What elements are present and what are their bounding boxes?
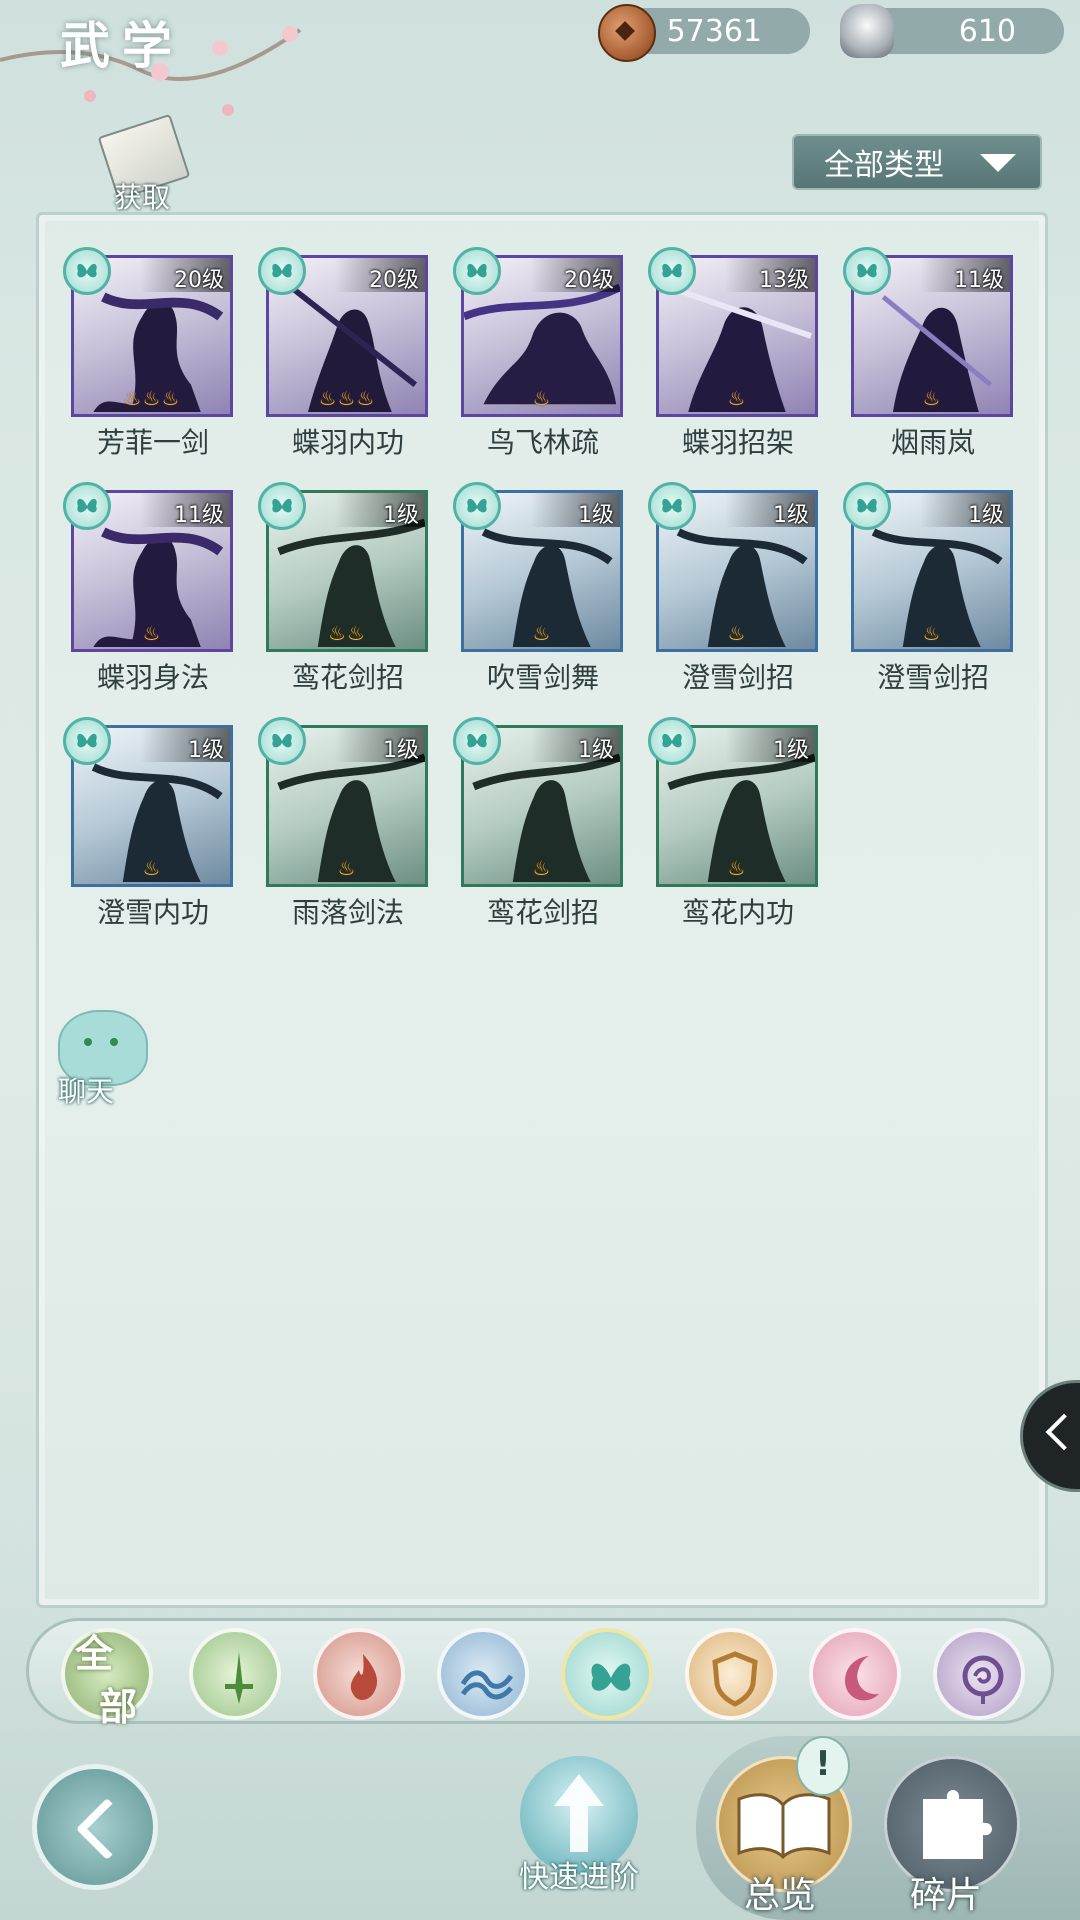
butterfly-school-icon (63, 717, 111, 765)
skill-level: 20级 (564, 268, 614, 293)
flame-icon (350, 1654, 378, 1700)
category-shield[interactable] (685, 1628, 777, 1720)
butterfly-school-icon (843, 247, 891, 295)
butterfly-school-icon (63, 482, 111, 530)
category-all[interactable]: 全 部 (61, 1628, 153, 1729)
butterfly-school-icon (648, 717, 696, 765)
skill-level: 1级 (578, 738, 614, 763)
skill-level: 1级 (383, 503, 419, 528)
category-all-label-1: 全 (75, 1631, 114, 1676)
silver-currency[interactable]: 610 (840, 4, 1064, 58)
skill-level: 11级 (954, 268, 1004, 293)
skill-name: 蝶羽身法 (96, 661, 209, 694)
skill-stars: ♨ (727, 386, 747, 410)
skill-stars: ♨♨♨ (318, 386, 376, 410)
silver-ingot-icon (840, 4, 894, 58)
skill-level: 20级 (174, 268, 224, 293)
butterfly-school-icon (258, 247, 306, 295)
quick-advance-button[interactable]: 快速进阶 (519, 1756, 639, 1895)
skill-name: 蝶羽内功 (291, 426, 404, 459)
category-sword[interactable] (189, 1628, 281, 1720)
butterfly-school-icon (648, 482, 696, 530)
skill-stars: ♨ (337, 856, 357, 880)
butterfly-school-icon (63, 247, 111, 295)
skill-level: 1级 (188, 738, 224, 763)
get-button[interactable]: 获取 (97, 113, 191, 214)
skill-stars: ♨ (532, 621, 552, 645)
alert-badge: ! (796, 1736, 850, 1796)
skill-name: 澄雪剑招 (876, 661, 989, 694)
rose-icon (962, 1655, 1004, 1704)
quick-advance-label: 快速进阶 (519, 1860, 639, 1895)
top-bar: 武学 57361 610 (0, 0, 1080, 116)
type-filter-dropdown[interactable]: 全部类型 (792, 134, 1042, 190)
get-button-label: 获取 (114, 181, 171, 214)
back-arrow-icon (75, 1797, 139, 1861)
skill-level: 20级 (369, 268, 419, 293)
skill-stars: ♨ (532, 856, 552, 880)
chat-button[interactable]: 聊天 (40, 1010, 150, 1110)
skill-stars: ♨ (142, 621, 162, 645)
skill-level: 1级 (968, 503, 1004, 528)
butterfly-school-icon (258, 482, 306, 530)
skill-name: 吹雪剑舞 (486, 661, 599, 694)
sword-icon (225, 1652, 253, 1704)
skill-stars: ♨♨♨ (123, 386, 181, 410)
skills-panel: 20级 ♨♨♨ 芳菲一剑 20级 ♨♨♨ 蝶羽内功 20级 ♨ 鸟飞林疏 13级 ♨ 蝶羽招架 11级 ♨… (36, 212, 1048, 1608)
copper-coin-icon (598, 4, 656, 62)
skill-level: 1级 (578, 503, 614, 528)
skill-name: 鸾花内功 (681, 896, 794, 929)
butterfly-school-icon (453, 717, 501, 765)
skill-level: 11级 (174, 503, 224, 528)
skill-stars: ♨ (532, 386, 552, 410)
butterfly-school-icon (258, 717, 306, 765)
skill-name: 雨落剑法 (291, 896, 404, 929)
page-title: 武学 (60, 16, 184, 75)
category-moon[interactable] (809, 1628, 901, 1720)
skill-name: 鸟飞林疏 (486, 426, 599, 459)
shield-icon (712, 1651, 758, 1707)
category-wave[interactable] (437, 1628, 529, 1720)
skill-name: 烟雨岚 (890, 426, 975, 459)
butterfly-school-icon (453, 482, 501, 530)
category-butterfly[interactable] (561, 1628, 653, 1720)
skill-level: 13级 (759, 268, 809, 293)
skill-stars: ♨ (142, 856, 162, 880)
skill-stars: ♨ (727, 856, 747, 880)
skill-stars: ♨ (922, 386, 942, 410)
category-rose[interactable] (933, 1628, 1025, 1720)
skill-level: 1级 (773, 503, 809, 528)
chevron-down-icon (980, 154, 1016, 172)
category-fire[interactable] (313, 1628, 405, 1720)
fragments-label: 碎片 (910, 1875, 983, 1916)
crescent-moon-icon (845, 1656, 879, 1701)
type-filter-label: 全部类型 (824, 148, 944, 183)
skill-level: 1级 (773, 738, 809, 763)
category-bar: 全 部 (26, 1618, 1054, 1729)
skill-name: 蝶羽招架 (681, 426, 794, 459)
copper-currency[interactable]: 57361 (598, 4, 810, 62)
butterfly-school-icon (843, 482, 891, 530)
skill-level: 1级 (383, 738, 419, 763)
wave-icon (460, 1670, 514, 1700)
skill-stars: ♨ (922, 621, 942, 645)
chat-label: 聊天 (58, 1075, 115, 1108)
skill-stars: ♨ (727, 621, 747, 645)
copper-amount: 57361 (666, 13, 762, 49)
skill-name: 澄雪剑招 (681, 661, 794, 694)
overview-label: 总览 (744, 1875, 817, 1916)
skill-name: 鸾花剑招 (486, 896, 599, 929)
butterfly-school-icon (648, 247, 696, 295)
chevron-left-icon (1045, 1413, 1080, 1451)
silver-amount: 610 (958, 13, 1016, 49)
back-button[interactable] (32, 1764, 158, 1890)
skill-name: 鸾花剑招 (291, 661, 404, 694)
skill-name: 芳菲一剑 (96, 426, 209, 459)
butterfly-school-icon (453, 247, 501, 295)
butterfly-icon (591, 1663, 631, 1691)
category-all-label-2: 部 (99, 1684, 138, 1729)
skill-stars: ♨♨ (328, 621, 366, 645)
skill-name: 澄雪内功 (96, 896, 209, 929)
